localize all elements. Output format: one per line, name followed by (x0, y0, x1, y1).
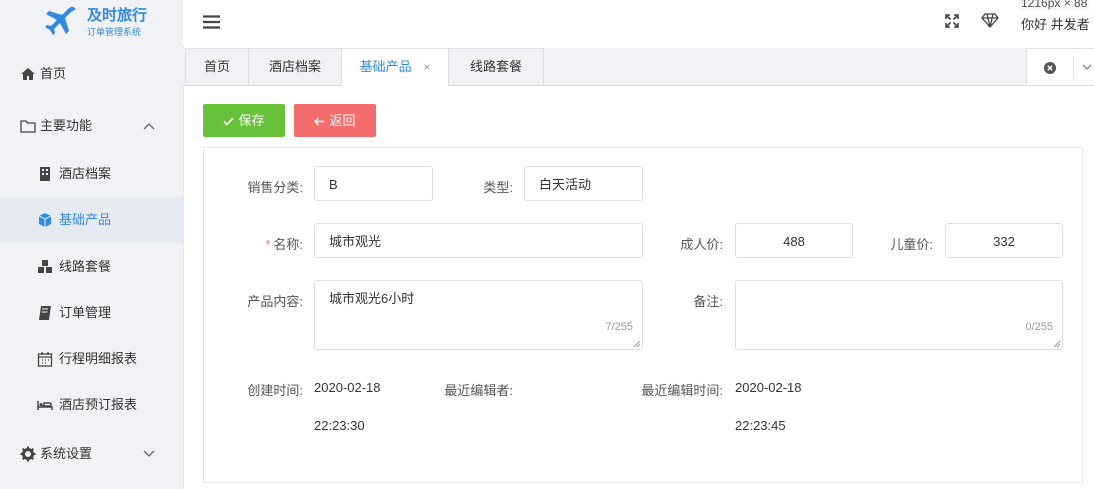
last-edit-date: 2020-02-18 (735, 380, 802, 395)
tab-label: 线路套餐 (469, 59, 522, 74)
sidebar-item-label: 线路套餐 (59, 259, 112, 274)
app-subtitle: 订单管理系统 (87, 27, 142, 37)
child-price-field[interactable]: 332 (945, 223, 1063, 258)
name-label: * 名称: (226, 234, 303, 253)
book-icon (39, 306, 51, 320)
tab-label: 首页 (203, 59, 230, 74)
sidebar-item-label: 酒店预订报表 (59, 397, 138, 412)
last-editor-label: 最近编辑者: (444, 383, 513, 398)
diamond-icon[interactable] (981, 13, 999, 28)
sales-category-label: 销售分类: (247, 180, 303, 195)
sidebar-item-label: 酒店档案 (59, 166, 112, 181)
child-price-label: 儿童价: (890, 237, 933, 252)
save-button[interactable]: 保存 (203, 104, 285, 137)
sidebar-item-hotel-archive[interactable]: 酒店档案 (0, 151, 183, 197)
sidebar-item-home[interactable]: 首页 (0, 51, 183, 97)
remark-textarea[interactable]: 0/255 (735, 280, 1063, 350)
hamburger-menu-icon[interactable] (203, 15, 220, 29)
tab-actions (1026, 48, 1094, 85)
created-time-label: 创建时间: (247, 383, 303, 398)
chevron-down-icon (143, 431, 155, 477)
back-button[interactable]: 返回 (294, 104, 376, 137)
created-date: 2020-02-18 (314, 380, 381, 395)
home-icon (21, 68, 35, 80)
sidebar-item-hotel-booking-report[interactable]: 酒店预订报表 (0, 382, 183, 428)
sidebar-item-main-functions[interactable]: 主要功能 (0, 103, 183, 149)
fullscreen-icon[interactable] (945, 14, 959, 28)
close-circle-icon[interactable] (1044, 62, 1056, 74)
tab-hotel-archive[interactable]: 酒店档案 (248, 48, 342, 85)
cubes-icon (38, 260, 52, 273)
sales-category-field[interactable]: B (314, 166, 433, 201)
resize-grip-icon[interactable] (633, 340, 641, 348)
tab-home[interactable]: 首页 (185, 48, 249, 85)
bed-icon (37, 401, 53, 410)
back-label: 返回 (329, 113, 356, 128)
sidebar-item-label: 系统设置 (40, 446, 93, 461)
sidebar-item-label: 首页 (40, 66, 67, 81)
last-edit-time-label: 最近编辑时间: (641, 383, 723, 398)
sidebar-item-label: 订单管理 (59, 305, 112, 320)
user-greeting[interactable]: 你好 井发者 (1021, 14, 1090, 33)
size-hint: 1216px × 88 (1019, 0, 1090, 10)
chevron-up-icon (143, 103, 155, 149)
tab-label: 酒店档案 (268, 59, 321, 74)
tab-bar: 首页 酒店档案 基础产品 × 线路套餐 (183, 48, 1094, 86)
remark-label: 备注: (693, 294, 723, 309)
tab-close-icon[interactable]: × (423, 60, 430, 74)
folder-icon (20, 120, 36, 133)
sidebar-item-system-settings[interactable]: 系统设置 (0, 431, 183, 477)
sidebar-item-basic-product[interactable]: 基础产品 (0, 197, 183, 243)
adult-price-label: 成人价: (680, 237, 723, 252)
sidebar-item-order-management[interactable]: 订单管理 (0, 290, 183, 336)
content-char-count: 7/255 (605, 321, 633, 333)
name-label-text: 名称: (273, 237, 303, 252)
chevron-down-icon[interactable] (1082, 64, 1092, 71)
check-icon (223, 117, 235, 126)
resize-grip-icon[interactable] (1053, 340, 1061, 348)
remark-char-count: 0/255 (1025, 321, 1053, 333)
save-label: 保存 (238, 113, 265, 128)
logo[interactable]: 及时旅行 订单管理系统 (0, 0, 183, 46)
cube-icon (38, 213, 52, 227)
building-icon (40, 167, 50, 181)
header: 1216px × 88 你好 井发者 (183, 0, 1094, 46)
gear-icon (20, 446, 36, 462)
content-textarea[interactable]: 城市观光6小时 7/255 (314, 280, 643, 350)
sidebar-item-label: 行程明细报表 (59, 351, 138, 366)
type-label: 类型: (483, 180, 513, 195)
type-field[interactable]: 白天活动 (524, 166, 643, 201)
created-time: 22:23:30 (314, 418, 365, 433)
required-mark: * (265, 237, 271, 252)
tab-label: 基础产品 (359, 59, 412, 74)
sidebar-item-itinerary-report[interactable]: 行程明细报表 (0, 336, 183, 382)
tab-route-package[interactable]: 线路套餐 (448, 48, 544, 85)
app-title: 及时旅行 (87, 7, 148, 24)
name-field[interactable]: 城市观光 (314, 223, 643, 258)
divider (1073, 55, 1074, 79)
sidebar-item-label: 基础产品 (59, 212, 112, 227)
content-text: 城市观光6小时 (329, 291, 415, 306)
tab-basic-product[interactable]: 基础产品 × (341, 48, 449, 86)
arrow-left-icon (314, 117, 325, 126)
sidebar-item-label: 主要功能 (40, 118, 93, 133)
calendar-icon (37, 352, 53, 367)
sidebar-item-route-package[interactable]: 线路套餐 (0, 244, 183, 290)
airplane-icon (45, 6, 76, 35)
adult-price-field[interactable]: 488 (735, 223, 853, 258)
sidebar: 及时旅行 订单管理系统 首页 主要功能 酒店档案 基础产品 线路套餐 订单管理 … (0, 0, 184, 489)
content-label: 产品内容: (247, 294, 303, 309)
last-edit-time: 22:23:45 (735, 418, 786, 433)
